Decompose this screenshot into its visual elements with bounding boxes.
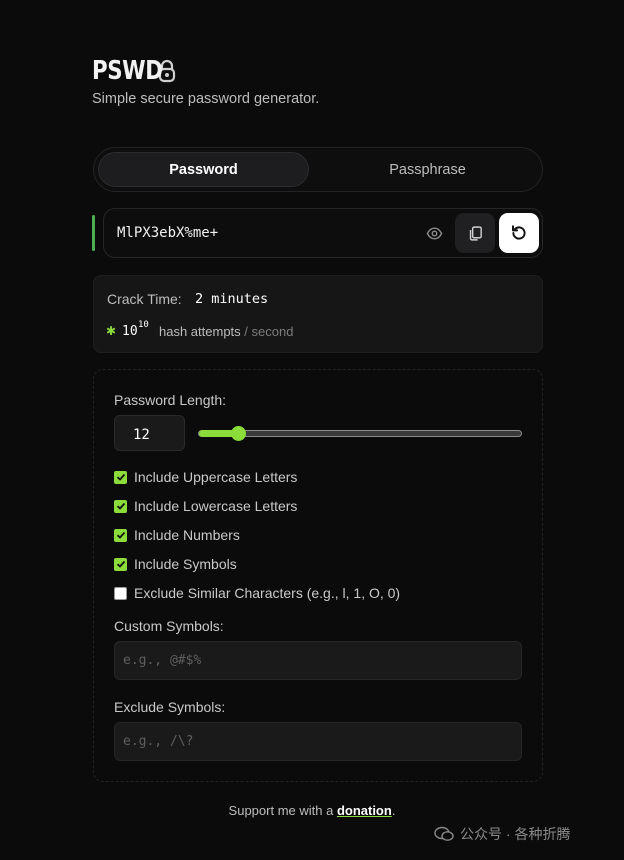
watermark: 公众号 · 各种折腾 <box>434 824 570 844</box>
exclude-symbols-input[interactable] <box>114 722 522 761</box>
checkbox-symbols[interactable] <box>114 557 127 571</box>
check-icon <box>116 473 125 481</box>
checkbox-label: Include Numbers <box>134 527 240 543</box>
app-subtitle: Simple secure password generator. <box>92 91 320 107</box>
copy-button[interactable] <box>455 213 495 253</box>
checkbox-label: Include Uppercase Letters <box>134 469 298 485</box>
checkbox-lowercase[interactable] <box>114 499 127 513</box>
crack-time-value: 2 minutes <box>195 291 269 307</box>
check-icon <box>116 531 125 539</box>
checkbox-exclude-similar[interactable] <box>114 586 127 600</box>
footer-prefix: Support me with a <box>228 803 337 818</box>
custom-symbols-label: Custom Symbols: <box>114 618 224 634</box>
custom-symbols-input[interactable] <box>114 641 522 680</box>
footer-suffix: . <box>391 803 396 818</box>
slider-handle[interactable] <box>230 426 246 441</box>
crack-time-panel: Crack Time: 2 minutes ✱ 10 10 hash attem… <box>93 275 543 353</box>
page: PSWD Simple secure password generator. P… <box>0 0 624 860</box>
length-slider[interactable] <box>198 426 522 441</box>
hash-unit: / second <box>244 324 294 339</box>
checkbox-numbers[interactable] <box>114 528 127 542</box>
password-value[interactable]: MlPX3ebX%me+ <box>117 225 218 241</box>
hash-label-text: hash attempts <box>159 324 241 339</box>
password-output: MlPX3ebX%me+ <box>103 208 543 258</box>
option-uppercase[interactable]: Include Uppercase Letters <box>114 469 297 485</box>
length-input[interactable]: 12 <box>114 415 185 451</box>
copy-icon <box>469 225 482 241</box>
tab-password[interactable]: Password <box>98 152 309 187</box>
hash-rate-exponent: 10 <box>138 320 149 330</box>
option-numbers[interactable]: Include Numbers <box>114 527 240 543</box>
check-icon <box>116 560 125 568</box>
eye-icon[interactable] <box>426 225 443 242</box>
watermark-text: 公众号 · 各种折腾 <box>460 826 571 842</box>
regenerate-button[interactable] <box>499 213 539 253</box>
checkbox-label: Include Symbols <box>134 556 237 572</box>
refresh-icon <box>512 225 526 240</box>
app-title: PSWD <box>92 56 163 86</box>
checkbox-label: Include Lowercase Letters <box>134 498 298 514</box>
wechat-icon <box>434 826 454 841</box>
tab-passphrase[interactable]: Passphrase <box>316 152 539 187</box>
check-icon <box>116 502 125 510</box>
length-label: Password Length: <box>114 392 227 408</box>
option-lowercase[interactable]: Include Lowercase Letters <box>114 498 297 514</box>
crack-time-label: Crack Time: <box>107 291 182 307</box>
footer: Support me with a donation. <box>0 803 624 818</box>
options-panel: Password Length: 12 Include Uppercase Le… <box>93 369 543 782</box>
exclude-symbols-label: Exclude Symbols: <box>114 699 226 715</box>
checkbox-label: Exclude Similar Characters (e.g., l, 1, … <box>134 585 401 601</box>
checkbox-uppercase[interactable] <box>114 470 127 484</box>
donation-link[interactable]: donation <box>337 803 392 818</box>
option-symbols[interactable]: Include Symbols <box>114 556 237 572</box>
brand: PSWD <box>92 56 176 86</box>
asterisk-icon: ✱ <box>106 324 117 338</box>
hash-rate-label: hash attempts / second <box>159 324 293 339</box>
option-exclude-similar[interactable]: Exclude Similar Characters (e.g., l, 1, … <box>114 585 400 601</box>
strength-indicator <box>92 215 95 251</box>
mode-tabs: Password Passphrase <box>93 147 543 192</box>
hash-rate-base: 10 <box>122 324 138 339</box>
